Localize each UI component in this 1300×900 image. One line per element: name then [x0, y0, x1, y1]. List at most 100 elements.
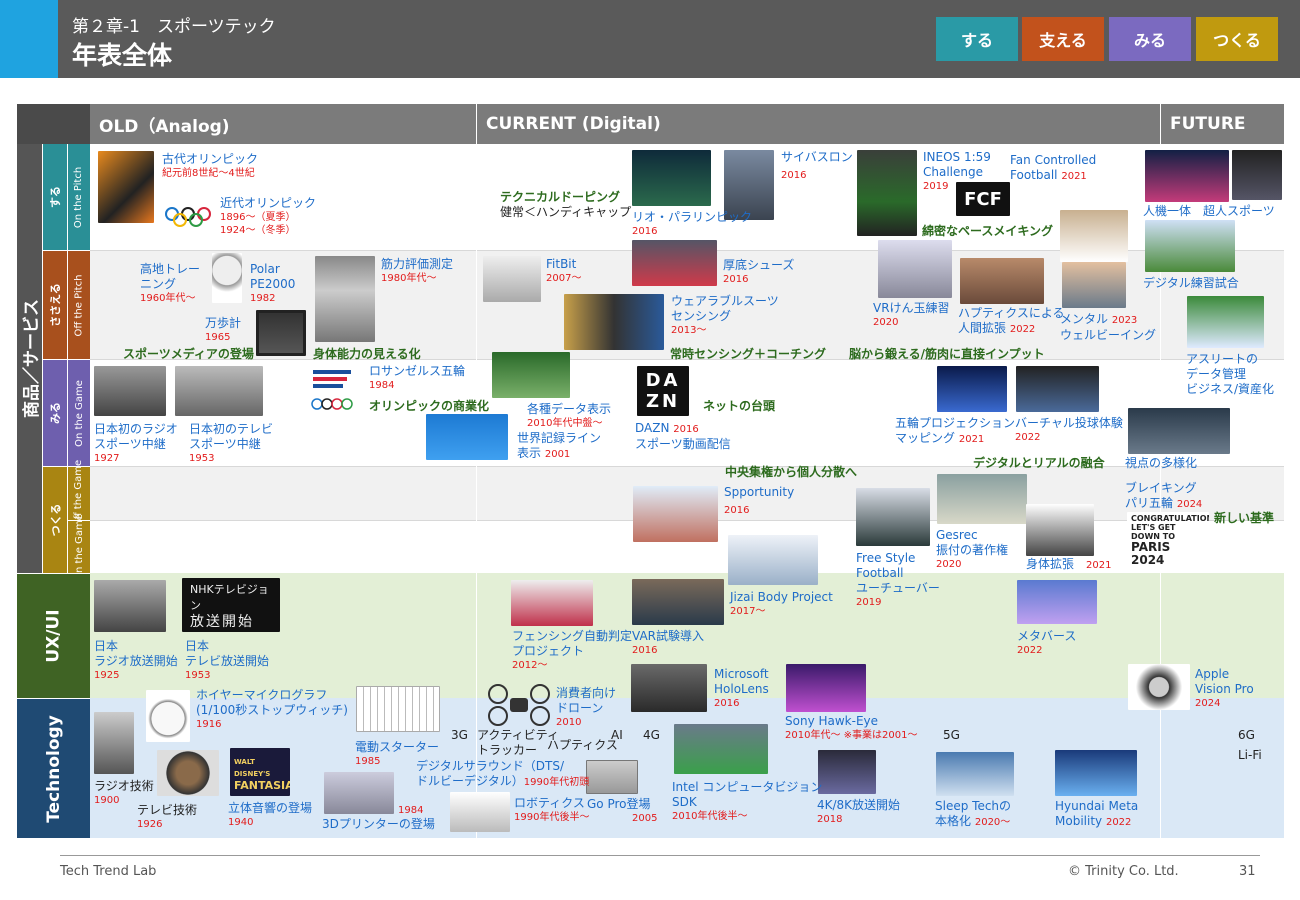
- pedometer: 万歩計 1965: [205, 316, 242, 343]
- muscle-test-image: [315, 256, 375, 342]
- human-machine-sports: 人機一体 超人スポーツ: [1143, 204, 1275, 218]
- sleep-tech: Sleep Techの 本格化 2020〜: [935, 799, 1012, 828]
- projection-mapping-image: [937, 366, 1007, 412]
- tv-technology: テレビ技術 1926: [137, 803, 198, 830]
- fitbit-image: [483, 256, 541, 302]
- apple-vision-pro: Apple Vision Pro 2024: [1195, 667, 1254, 709]
- sleep-tech-image: [936, 752, 1014, 796]
- fencing-image: [511, 580, 593, 626]
- hyundai-mobility-image: [1055, 750, 1137, 796]
- ai-tech: AI: [611, 728, 623, 742]
- polar-watch-image: [256, 310, 306, 356]
- fencing-auto-judge: フェンシング自動判定 プロジェクト 2012〜: [512, 629, 633, 671]
- wearable-suit-image: [564, 294, 664, 350]
- paris-2024-poster: CONGRATULATIONSLET'S GETDOWN TO PARIS202…: [1127, 512, 1209, 566]
- vision-pro-image: [1128, 664, 1190, 710]
- first-tv-sports-broadcast: 日本初のテレビ スポーツ中継 1953: [189, 422, 274, 464]
- headline-body-visual: 身体能力の見える化: [313, 347, 421, 361]
- world-record-line-image: [426, 414, 508, 460]
- ineos-image: [857, 150, 917, 236]
- electric-starter-diagram: [356, 686, 440, 732]
- dazn: DAZN 2016 スポーツ動画配信: [635, 421, 731, 451]
- footer-divider: [60, 855, 1260, 856]
- multi-view-image: [1128, 408, 1230, 454]
- body-extension: 身体拡張 2021: [1026, 557, 1112, 571]
- category-tsukuru-button[interactable]: つくる: [1196, 17, 1278, 61]
- mental-wellbeing: メンタル 2023 ウェルビーイング: [1060, 312, 1157, 342]
- column-current: CURRENT (Digital): [477, 104, 1160, 144]
- tv-broadcast-start: 日本 テレビ放送開始 1953: [185, 639, 270, 681]
- row-label-tsukuru: つくる: [43, 467, 67, 573]
- microsoft-hololens: Microsoft HoloLens 2016: [714, 667, 769, 709]
- virtual-pitching-image: [1016, 366, 1099, 412]
- radio-tech-portrait: [94, 712, 134, 774]
- nhk-tv-card: NHKテレビジョン 放送開始: [182, 578, 280, 632]
- breaking-paris: ブレイキング パリ五輪 2024: [1125, 481, 1203, 510]
- intel-cv-image: [674, 724, 768, 774]
- haptics-extension: ハプティクスによる 人間拡張 2022: [958, 306, 1065, 335]
- headline-new-standard: 新しい基準: [1214, 511, 1275, 525]
- var-image: [632, 579, 724, 625]
- sony-hawk-eye: Sony Hawk-Eye 2010年代〜 ※事業は2001〜: [785, 714, 918, 741]
- corner-cell: [17, 104, 90, 144]
- chapter-label: 第２章-1 スポーツテック: [72, 17, 276, 37]
- wearable-sensing: ウェアラブルスーツ センシング 2013〜: [671, 294, 779, 336]
- fitbit: FitBit 2007〜: [546, 257, 582, 284]
- 3g: 3G: [451, 728, 468, 742]
- fan-controlled-football: Fan Controlled Football 2021: [1010, 153, 1097, 182]
- 5g: 5G: [943, 728, 960, 742]
- stereo-sound: 立体音響の登場 1940: [228, 801, 313, 828]
- fantasia-poster: WALT DISNEY'S FANTASIA: [230, 748, 290, 796]
- spportunity: Spportunity 2016: [724, 485, 795, 516]
- row-label-on-pitch: On the Pitch: [68, 144, 90, 250]
- headline-sensing-coaching: 常時センシング＋コーチング: [670, 347, 827, 361]
- category-sasaeru-button[interactable]: 支える: [1022, 17, 1104, 61]
- radio-start-image: [94, 580, 166, 632]
- ineos-challenge: INEOS 1:59 Challenge 2019: [923, 150, 991, 192]
- digital-surround: デジタルサラウンド（DTS/ドルビーデジタル）1990年代初頭: [416, 759, 590, 788]
- robotics: ロボティクス 1990年代後半〜: [514, 796, 590, 823]
- gesrec: Gesrec 振付の著作権 2020: [936, 528, 1009, 570]
- row-label-off-game: Off the Game: [68, 460, 90, 527]
- olympic-rings-icon: [165, 207, 211, 227]
- dazn-logo: DA ZN: [637, 366, 689, 416]
- row-label-products: 商品／サービス: [17, 144, 42, 573]
- row-label-uxui: UX/UI: [17, 574, 90, 698]
- technical-doping: テクニカルドーピング 健常＜ハンディキャップ: [500, 190, 632, 219]
- gopro: Go Pro登場 2005: [587, 797, 658, 824]
- category-suru-button[interactable]: する: [936, 17, 1018, 61]
- data-display: 各種データ表示 2010年代中盤〜: [527, 402, 612, 429]
- muscle-evaluation: 筋力評価測定 1980年代〜: [381, 257, 454, 284]
- headline-digital-real: デジタルとリアルの融合: [973, 456, 1105, 470]
- drone-icon: [488, 684, 550, 726]
- tv-tech-image: [157, 750, 219, 796]
- row-label-on-game-2: On the Game: [68, 514, 90, 580]
- consumer-drone: 消費者向け ドローン 2010: [556, 686, 617, 728]
- rio-paralympics: リオ・パラリンピック 2016: [632, 210, 753, 237]
- multi-viewpoint: 視点の多様化: [1125, 456, 1198, 470]
- mental-face-image: [1062, 262, 1126, 308]
- hololens-image: [631, 664, 707, 712]
- var-trial: VAR試験導入 2016: [632, 629, 704, 656]
- digital-practice-match: デジタル練習試合: [1143, 276, 1239, 290]
- k8-broadcast-image: [818, 750, 876, 794]
- vr-kendama-image: [878, 240, 952, 298]
- jizai-body-project: Jizai Body Project 2017〜: [730, 590, 833, 617]
- ancient-olympics-image: [98, 151, 154, 223]
- headline-brain-muscle: 脳から鍛える/筋肉に直接インプット: [849, 347, 1045, 361]
- ancient-olympics: 古代オリンピック 紀元前8世紀〜4世紀: [162, 152, 259, 179]
- hyundai-meta-mobility: Hyundai Meta Mobility 2022: [1055, 799, 1139, 828]
- category-miru-button[interactable]: みる: [1109, 17, 1191, 61]
- data-display-image: [492, 352, 570, 398]
- row-label-off-pitch: Off the Pitch: [68, 251, 90, 359]
- headline-sports-media: スポーツメディアの登場: [123, 347, 254, 361]
- row-label-technology: Technology: [17, 699, 90, 838]
- jizai-body-image: [728, 535, 818, 585]
- world-record-line: 世界記録ライン 表示 2001: [517, 431, 602, 460]
- li-fi: Li-Fi: [1238, 748, 1262, 762]
- pedometer-image: [212, 253, 242, 303]
- la-olympics: ロサンゼルス五輪 1984: [369, 364, 466, 391]
- page-number: 31: [1239, 864, 1256, 879]
- first-radio-sports-broadcast: 日本初のラジオ スポーツ中継 1927: [94, 422, 178, 464]
- virtual-pitching: バーチャル投球体験 2022: [1015, 416, 1123, 443]
